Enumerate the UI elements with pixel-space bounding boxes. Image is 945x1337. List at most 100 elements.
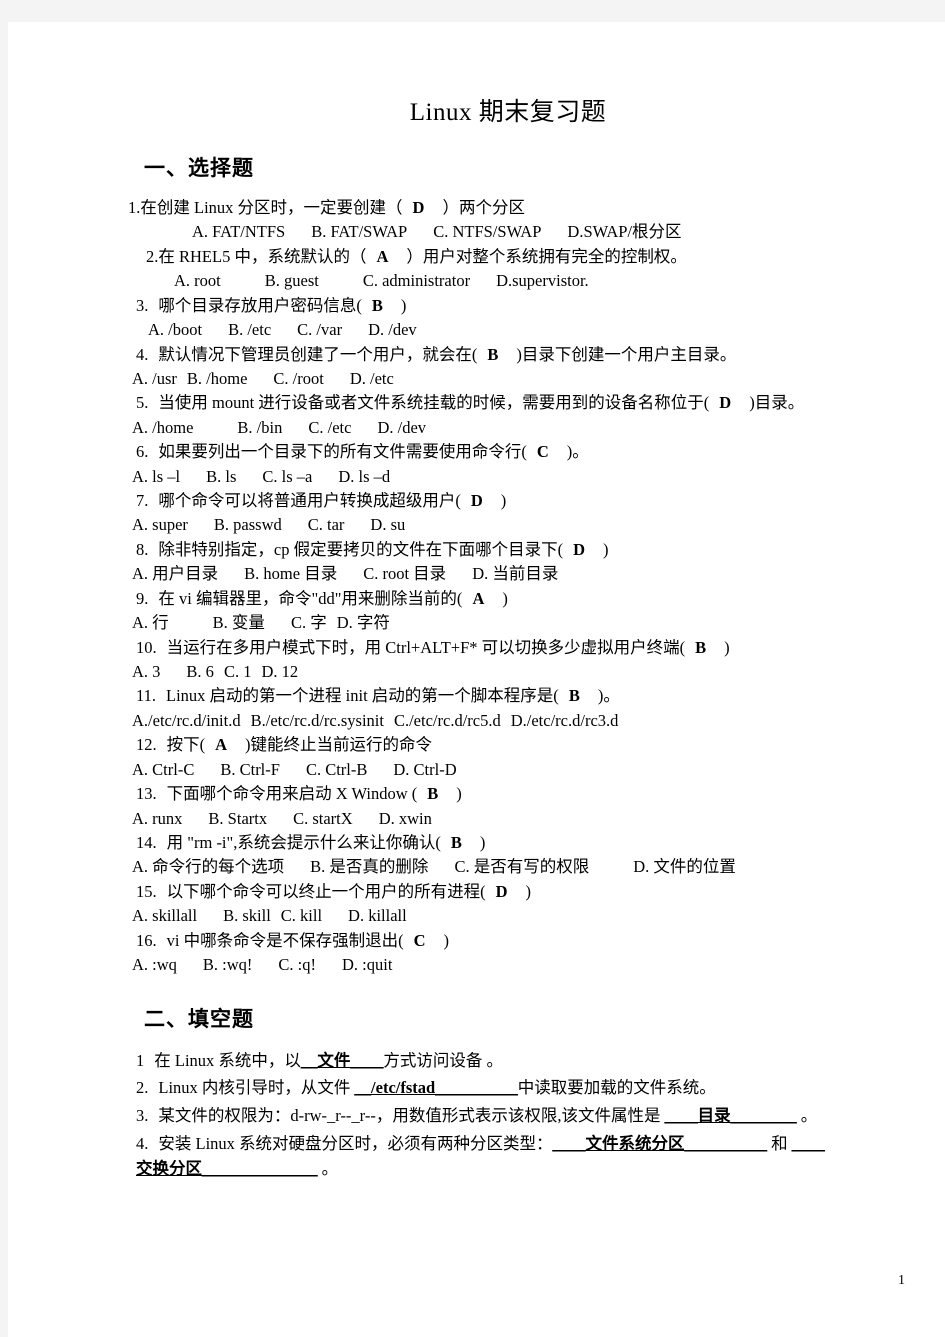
question-5-number: 5.	[136, 393, 149, 413]
option-c: C. 字	[290, 613, 327, 633]
question-1: 1.在创建 Linux 分区时，一定要创建（ D ）两个分区	[128, 196, 828, 219]
option-a: A. 用户目录	[132, 564, 219, 584]
option-b: B. guest	[264, 271, 319, 291]
question-6-stem-end: )。	[566, 442, 589, 462]
question-15-options: A. skillall B. skill C. kill D. killall	[128, 904, 828, 927]
fill-4-number: 4.	[136, 1133, 149, 1153]
option-a: A. Ctrl-C	[132, 759, 195, 779]
question-6-options: A. ls –l B. ls C. ls –a D. ls –d	[128, 465, 828, 488]
fill-2-answer: ＿/etc/fstad＿＿＿＿＿	[354, 1078, 518, 1098]
question-13-answer: B	[427, 784, 439, 804]
option-c: C. /etc	[308, 417, 352, 437]
question-6: 6. 如果要列出一个目录下的所有文件需要使用命令行(C)。	[128, 440, 828, 463]
option-d: D. 文件的位置	[633, 857, 736, 877]
question-6-number: 6.	[136, 442, 149, 462]
option-c: C./etc/rc.d/rc5.d	[393, 710, 501, 730]
question-7-stem: 哪个命令可以将普通用户转换成超级用户(	[158, 491, 461, 511]
question-10-stem: 当运行在多用户模式下时，用 Ctrl+ALT+F* 可以切换多少虚拟用户终端(	[166, 637, 686, 657]
option-d: D. killall	[348, 906, 407, 926]
question-1-stem: 在创建 Linux 分区时，一定要创建（	[140, 198, 403, 217]
option-d: D. Ctrl-D	[393, 759, 457, 779]
question-16-options: A. :wq B. :wq! C. :q! D. :quit	[128, 953, 828, 976]
question-11-stem-end: )。	[597, 686, 620, 706]
question-5-stem: 当使用 mount 进行设备或者文件系统挂载的时候，需要用到的设备名称位于(	[158, 393, 710, 413]
question-3-stem: 哪个目录存放用户密码信息(	[158, 295, 362, 315]
option-d: D. /dev	[377, 417, 427, 437]
question-3-stem-end: )	[400, 295, 407, 315]
fill-in-blank-2: 2. Linux 内核引导时，从文件 ＿/etc/fstad＿＿＿＿＿中读取要加载…	[128, 1076, 828, 1101]
question-9: 9. 在 vi 编辑器里，命令"dd"用来删除当前的(A)	[128, 587, 828, 610]
fill-3-number: 3.	[136, 1106, 149, 1125]
fill-in-blank-4: 4. 安装 Linux 系统对硬盘分区时，必须有两种分区类型：＿＿文件系统分区＿＿…	[128, 1132, 828, 1182]
question-7-answer: D	[470, 491, 483, 511]
question-4-stem-end: )目录下创建一个用户主目录。	[516, 344, 737, 364]
question-1-stem-end: ）两个分区	[442, 198, 525, 217]
fill-3-answer: ＿＿目录＿＿＿＿	[664, 1106, 797, 1125]
question-8: 8. 除非特别指定，cp 假定要拷贝的文件在下面哪个目录下(D)	[128, 538, 828, 561]
option-b: B. Ctrl-F	[220, 759, 280, 779]
question-15-stem: 以下哪个命令可以终止一个用户的所有进程(	[166, 881, 486, 901]
option-c: C. ls –a	[262, 466, 313, 486]
option-a: A. skillall	[132, 906, 198, 926]
question-3: 3. 哪个目录存放用户密码信息(B)	[128, 294, 828, 317]
option-b: B. passwd	[213, 515, 282, 535]
option-a: A. FAT/NTFS	[192, 222, 286, 242]
fill-4-answer-1: ＿＿文件系统分区＿＿＿＿＿	[552, 1133, 768, 1153]
question-13-stem: 下面哪个命令用来启动 X Window (	[166, 784, 418, 804]
question-5-stem-end: )目录。	[749, 393, 805, 413]
document-content: Linux 期末复习题 一、选择题 1.在创建 Linux 分区时，一定要创建（…	[128, 92, 828, 1184]
question-2-options: A. root B. guest C. administrator D.supervi…	[128, 269, 828, 292]
option-c: C. startX	[293, 808, 353, 828]
fill-1-text-before: 在 Linux 系统中，以	[154, 1050, 301, 1070]
fill-1-number: 1	[136, 1050, 145, 1070]
question-2: 2.在 RHEL5 中，系统默认的（ A ）用户对整个系统拥有完全的控制权。	[128, 245, 828, 268]
question-13-number: 13.	[136, 784, 157, 804]
option-c: C. NTFS/SWAP	[433, 222, 542, 242]
option-b: B. /home	[186, 368, 248, 388]
question-12-answer: A	[215, 735, 228, 755]
option-b: B. :wq!	[202, 955, 253, 975]
option-c: C. 是否有写的权限	[454, 857, 590, 877]
question-6-answer: C	[536, 442, 549, 462]
option-a: A. ls –l	[132, 466, 181, 486]
fill-2-text-after: 中读取要加载的文件系统。	[517, 1078, 716, 1098]
question-5-answer: D	[719, 393, 732, 413]
question-9-options: A. 行 B. 变量 C. 字 D. 字符	[128, 611, 828, 634]
option-c: C. root 目录	[363, 564, 447, 584]
option-c: C. kill	[280, 906, 323, 926]
question-3-number: 3.	[136, 295, 149, 315]
question-4-answer: B	[487, 344, 499, 364]
option-c: C. Ctrl-B	[305, 759, 368, 779]
option-b: B. home 目录	[244, 564, 338, 584]
option-a: A. runx	[132, 808, 183, 828]
option-c: C. /root	[273, 368, 324, 388]
option-d: D. ls –d	[338, 466, 391, 486]
option-a: A./etc/rc.d/init.d	[132, 710, 241, 730]
fill-2-number: 2.	[136, 1078, 149, 1098]
question-14-number: 14.	[136, 832, 157, 852]
option-c: C. tar	[307, 515, 345, 535]
option-d: D.supervistor.	[496, 271, 589, 291]
option-d: D. :quit	[342, 955, 393, 975]
question-8-stem: 除非特别指定，cp 假定要拷贝的文件在下面哪个目录下(	[158, 539, 564, 559]
option-b: B. /etc	[228, 320, 272, 340]
fill-in-blank-1: 1 在 Linux 系统中，以＿文件＿＿方式访问设备 。	[128, 1049, 828, 1074]
option-d: D. /dev	[368, 320, 417, 340]
option-b: B. ls	[206, 466, 237, 486]
question-11: 11. Linux 启动的第一个进程 init 启动的第一个脚本程序是(B)。	[128, 684, 828, 707]
question-9-number: 9.	[136, 588, 149, 608]
question-12-stem-end: )键能终止当前运行的命令	[245, 735, 433, 755]
question-9-stem-end: )	[502, 588, 508, 608]
option-a: A. /usr	[132, 368, 177, 388]
question-2-answer: A	[376, 246, 389, 266]
question-8-answer: D	[573, 539, 585, 559]
option-b: B. 6	[186, 662, 214, 682]
option-c: C. /var	[297, 320, 343, 340]
fill-3-text-after: 。	[796, 1106, 818, 1125]
option-d: D./etc/rc.d/rc3.d	[510, 710, 619, 730]
question-2-number: 2.	[146, 246, 159, 266]
question-8-stem-end: )	[603, 539, 609, 559]
question-5-options: A. /home B. /bin C. /etc D. /dev	[128, 416, 828, 439]
question-13-options: A. runx B. Startx C. startX D. xwin	[128, 807, 828, 830]
option-d: D. 字符	[336, 613, 390, 633]
